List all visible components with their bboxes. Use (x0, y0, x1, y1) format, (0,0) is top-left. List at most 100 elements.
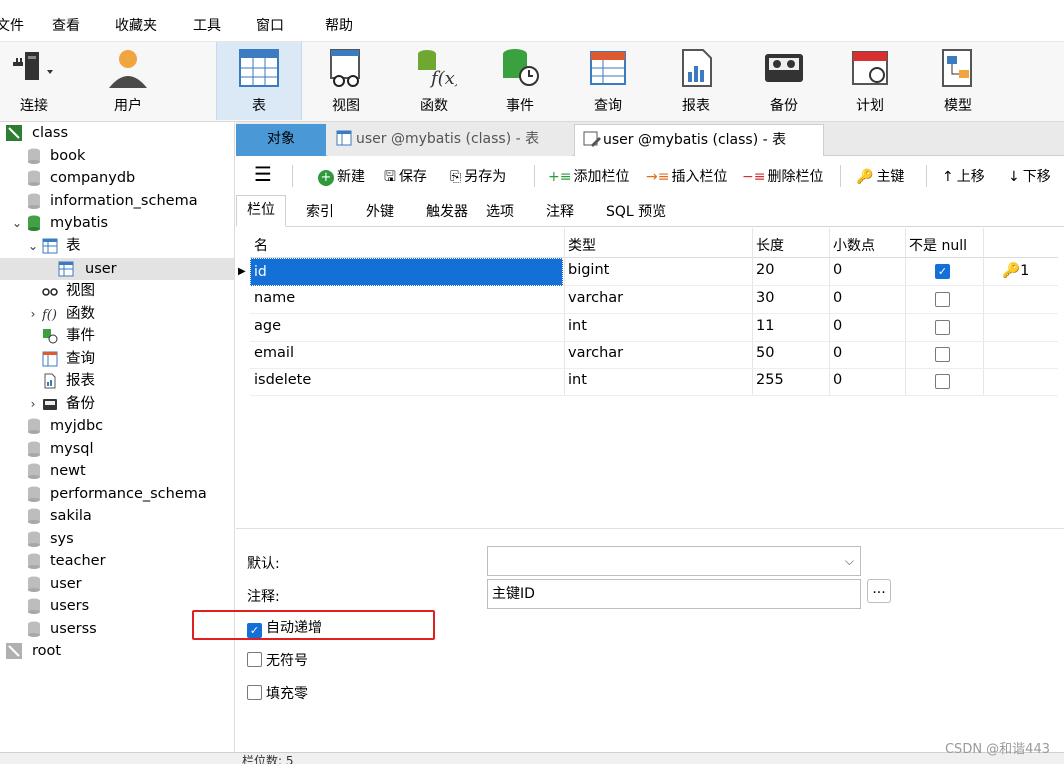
field-name-cell[interactable]: isdelete (254, 372, 311, 388)
toolbar-function-button[interactable]: f(x) 函数 (392, 42, 476, 120)
field-type-cell[interactable]: int (568, 318, 587, 334)
database-icon (28, 508, 40, 524)
field-type-cell[interactable]: varchar (568, 345, 623, 361)
tree-table-user[interactable]: user (0, 258, 234, 280)
menu-help[interactable]: 帮助 (325, 15, 353, 35)
toolbar-model-button[interactable]: 模型 (916, 42, 1000, 120)
table-row[interactable]: isdelete int 255 0 (250, 368, 1058, 396)
field-decimals-cell[interactable]: 0 (833, 318, 842, 334)
database-icon (28, 170, 40, 186)
new-button[interactable]: + 新建 (318, 166, 365, 186)
toolbar-separator (840, 165, 841, 187)
toolbar-separator (534, 165, 535, 187)
subtab-fields[interactable]: 栏位 (236, 195, 286, 227)
arrow-down-icon: ↓ (1008, 169, 1020, 185)
zerofill-checkbox[interactable] (247, 685, 262, 700)
not-null-checkbox[interactable] (935, 347, 950, 362)
chevron-right-icon[interactable]: › (26, 393, 40, 415)
toolbar-table-button[interactable]: 表 (216, 42, 302, 120)
subtab-comments[interactable]: 注释 (546, 201, 574, 221)
table-row[interactable]: ▶ id bigint 20 0 ✓ 🔑1 (238, 258, 1058, 286)
highlight-annotation-box (192, 610, 435, 640)
not-null-checkbox[interactable] (935, 320, 950, 335)
tab-objects[interactable]: 对象 (236, 124, 326, 156)
save-as-button[interactable]: ⎘ 另存为 (450, 166, 506, 186)
save-button[interactable]: 🖫 保存 (384, 166, 427, 190)
not-null-checkbox[interactable] (935, 374, 950, 389)
field-type-cell[interactable]: int (568, 372, 587, 388)
tab-user-table-1[interactable]: user @mybatis (class) - 表 (328, 124, 572, 156)
field-name-cell[interactable]: email (254, 345, 294, 361)
toolbar-view-button[interactable]: 视图 (304, 42, 388, 120)
tab-user-table-2[interactable]: user @mybatis (class) - 表 (574, 124, 824, 156)
field-name-cell[interactable]: id (250, 258, 563, 286)
table-row[interactable]: email varchar 50 0 (250, 341, 1058, 369)
field-decimals-cell[interactable]: 0 (833, 372, 842, 388)
header-decimals[interactable]: 小数点 (833, 235, 875, 255)
field-count-status: 栏位数: 5 (242, 754, 294, 764)
comment-ellipsis-button[interactable]: ... (867, 579, 891, 603)
field-length-cell[interactable]: 50 (756, 345, 774, 361)
unsigned-checkbox[interactable] (247, 652, 262, 667)
add-field-button[interactable]: +≡ 添加栏位 (548, 166, 629, 186)
subtab-options[interactable]: 选项 (486, 201, 514, 221)
arrow-up-icon: ↑ (942, 169, 954, 185)
subtab-triggers[interactable]: 触发器 (426, 201, 468, 221)
subtab-indexes[interactable]: 索引 (306, 201, 334, 221)
field-length-cell[interactable]: 20 (756, 262, 774, 278)
field-name-cell[interactable]: name (254, 290, 295, 306)
field-properties-panel: 默认: ⌵ 注释: 主键ID ... ✓ 自动递增 无符号 填充零 (236, 528, 1064, 752)
report-icon (44, 373, 56, 389)
field-decimals-cell[interactable]: 0 (833, 345, 842, 361)
field-length-cell[interactable]: 255 (756, 372, 784, 388)
field-length-cell[interactable]: 30 (756, 290, 774, 306)
header-not-null[interactable]: 不是 null (909, 235, 967, 255)
toolbar-report-button[interactable]: 报表 (654, 42, 738, 120)
toolbar-query-button[interactable]: 查询 (566, 42, 650, 120)
menu-tools[interactable]: 工具 (193, 15, 221, 35)
field-type-cell[interactable]: varchar (568, 290, 623, 306)
comment-input[interactable]: 主键ID (487, 579, 861, 609)
zerofill-option[interactable]: 填充零 (247, 683, 308, 703)
header-type[interactable]: 类型 (568, 235, 596, 255)
field-length-cell[interactable]: 11 (756, 318, 774, 334)
field-decimals-cell[interactable]: 0 (833, 290, 842, 306)
chevron-down-icon[interactable]: ⌄ (26, 235, 40, 257)
default-value-select[interactable]: ⌵ (487, 546, 861, 576)
header-name[interactable]: 名 (254, 235, 268, 255)
toolbar-user-button[interactable]: 用户 (86, 42, 170, 120)
query-icon (42, 351, 58, 367)
table-row[interactable]: name varchar 30 0 (250, 286, 1058, 314)
field-decimals-cell[interactable]: 0 (833, 262, 842, 278)
menu-view[interactable]: 查看 (52, 15, 80, 35)
primary-key-button[interactable]: 🔑 主键 (856, 166, 904, 186)
toolbar-event-button[interactable]: 事件 (478, 42, 562, 120)
insert-field-button[interactable]: →≡ 插入栏位 (646, 166, 727, 186)
menu-favorites[interactable]: 收藏夹 (115, 15, 157, 35)
move-up-button[interactable]: ↑ 上移 (942, 166, 985, 186)
header-length[interactable]: 长度 (756, 235, 784, 255)
user-icon (109, 50, 147, 88)
subtab-sql-preview[interactable]: SQL 预览 (606, 201, 666, 221)
not-null-checkbox[interactable]: ✓ (935, 264, 950, 279)
not-null-checkbox[interactable] (935, 292, 950, 307)
menu-file[interactable]: 文件 (0, 15, 24, 35)
toolbar-schedule-button[interactable]: 计划 (828, 42, 912, 120)
toolbar-connection-button[interactable]: 连接 (0, 42, 76, 120)
hamburger-menu-icon[interactable]: ☰ (254, 162, 272, 186)
move-down-button[interactable]: ↓ 下移 (1008, 166, 1051, 186)
delete-field-button[interactable]: −≡ 删除栏位 (742, 166, 823, 186)
unsigned-option[interactable]: 无符号 (247, 650, 308, 670)
field-name-cell[interactable]: age (254, 318, 281, 334)
database-icon (28, 193, 40, 209)
design-subtabs: 栏位 索引 外键 触发器 选项 注释 SQL 预览 (236, 195, 1064, 227)
subtab-foreign-keys[interactable]: 外键 (366, 201, 394, 221)
editor-tab-bar: 对象 user @mybatis (class) - 表 user @mybat… (236, 122, 1064, 156)
menu-window[interactable]: 窗口 (256, 15, 284, 35)
toolbar-backup-button[interactable]: 备份 (742, 42, 826, 120)
field-type-cell[interactable]: bigint (568, 262, 609, 278)
table-row[interactable]: age int 11 0 (250, 314, 1058, 342)
status-bar: 栏位数: 5 (0, 752, 1064, 764)
chevron-right-icon[interactable]: › (26, 303, 40, 325)
chevron-down-icon[interactable]: ⌄ (10, 212, 24, 234)
